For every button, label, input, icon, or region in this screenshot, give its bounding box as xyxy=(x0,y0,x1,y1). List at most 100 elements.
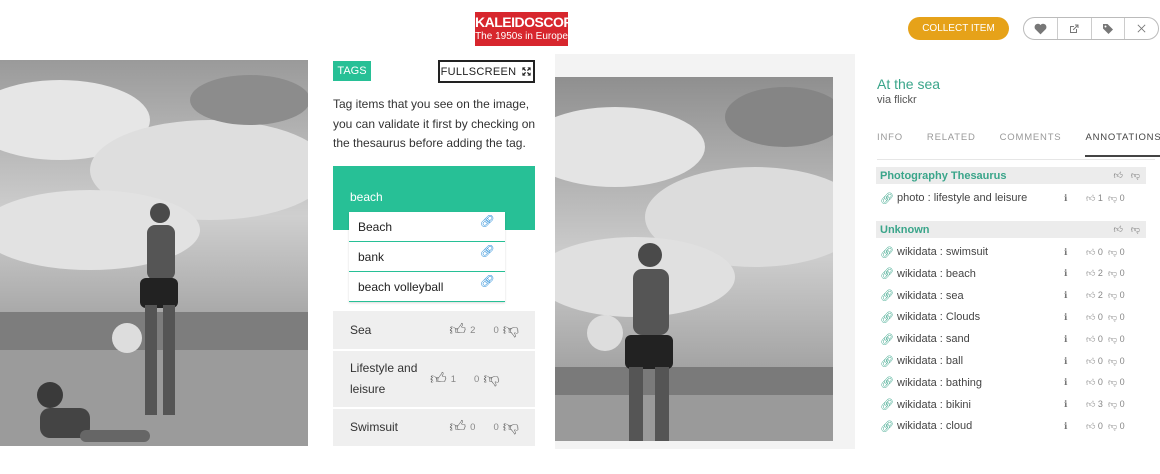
annotation-label[interactable]: wikidata : sand xyxy=(897,333,1064,345)
link-icon[interactable]: 🔗︎ xyxy=(880,311,897,324)
info-icon[interactable]: ℹ︎ xyxy=(1064,290,1086,301)
info-icon[interactable]: ℹ︎ xyxy=(1064,193,1086,204)
link-icon[interactable]: 🔗︎ xyxy=(880,398,897,411)
thumbs-up-icon[interactable]: 👍︎ xyxy=(1113,224,1122,235)
downvote: 👎︎ 0 xyxy=(1108,377,1130,388)
link-icon[interactable]: 🔗︎ xyxy=(880,420,897,433)
annotation-label[interactable]: wikidata : beach xyxy=(897,268,1064,280)
thumbs-down-icon[interactable]: 👎︎ xyxy=(483,370,499,389)
link-icon[interactable]: 🔗︎ xyxy=(880,376,897,389)
downvote-count: 0 xyxy=(1119,399,1125,410)
thumbs-down-icon[interactable]: 👎︎ xyxy=(1108,290,1117,300)
thumbs-up-icon[interactable]: 👍︎ xyxy=(1086,247,1095,257)
suggestion-label: beach volleyball xyxy=(358,279,444,294)
suggestion-item[interactable]: beach volleyball 🔗︎ xyxy=(349,272,505,302)
thumbs-up-icon[interactable]: 👍︎ xyxy=(1086,356,1095,366)
annotation-label[interactable]: wikidata : ball xyxy=(897,355,1064,367)
annotation-label[interactable]: photo : lifestyle and leisure xyxy=(897,192,1064,204)
thumbs-up-icon[interactable]: 👍︎ xyxy=(1086,399,1095,409)
info-icon[interactable]: ℹ︎ xyxy=(1064,421,1086,432)
thumbs-down-icon[interactable]: 👎︎ xyxy=(1131,224,1140,235)
annotation-label[interactable]: wikidata : sea xyxy=(897,290,1064,302)
info-icon[interactable]: ℹ︎ xyxy=(1064,268,1086,279)
downvote: 👎︎ 0 xyxy=(1108,193,1130,204)
fullscreen-button[interactable]: FULLSCREEN xyxy=(438,60,535,83)
photo-preview[interactable] xyxy=(555,77,833,441)
tab-related[interactable]: RELATED xyxy=(927,132,976,157)
tab-info[interactable]: INFO xyxy=(877,132,903,157)
open-external-button[interactable] xyxy=(1058,18,1092,39)
thumbs-up-icon[interactable]: 👍︎ xyxy=(449,321,466,340)
tab-comments[interactable]: COMMENTS xyxy=(1000,132,1062,157)
info-icon[interactable]: ℹ︎ xyxy=(1064,377,1086,388)
downvote-count: 0 xyxy=(493,422,499,433)
tag-label: Lifestyle and leisure xyxy=(350,361,418,396)
thumbs-up-icon[interactable]: 👍︎ xyxy=(1086,421,1095,431)
upvote-count: 0 xyxy=(1097,333,1103,344)
info-icon[interactable]: ℹ︎ xyxy=(1064,247,1086,258)
favorite-button[interactable] xyxy=(1024,18,1058,39)
tag-input-value[interactable]: beach xyxy=(350,190,383,204)
tag-button[interactable] xyxy=(1092,18,1126,39)
kaleidoscope-logo[interactable]: KALEIDOSCOPE The 1950s in Europe xyxy=(475,12,582,46)
link-icon[interactable]: 🔗︎ xyxy=(480,214,495,228)
photo-main[interactable] xyxy=(0,60,308,446)
collect-item-button[interactable]: COLLECT ITEM xyxy=(908,17,1009,40)
thumbs-up-icon[interactable]: 👍︎ xyxy=(449,418,466,437)
tab-annotations[interactable]: ANNOTATIONS xyxy=(1085,132,1160,157)
link-icon[interactable]: 🔗︎ xyxy=(880,289,897,302)
link-icon[interactable]: 🔗︎ xyxy=(880,355,897,368)
thumbs-down-icon[interactable]: 👎︎ xyxy=(1131,170,1140,181)
thumbs-up-icon[interactable]: 👍︎ xyxy=(1113,170,1122,181)
annotation-label[interactable]: wikidata : bathing xyxy=(897,377,1064,389)
thumbs-up-icon[interactable]: 👍︎ xyxy=(1086,290,1095,300)
thumbs-down-icon[interactable]: 👎︎ xyxy=(1108,356,1117,366)
link-icon[interactable]: 🔗︎ xyxy=(880,246,897,259)
annotation-label[interactable]: wikidata : bikini xyxy=(897,399,1064,411)
thumbs-down-icon[interactable]: 👎︎ xyxy=(1108,377,1117,387)
link-icon[interactable]: 🔗︎ xyxy=(480,274,495,288)
thumbs-down-icon[interactable]: 👎︎ xyxy=(1108,421,1117,431)
thumbs-up-icon[interactable]: 👍︎ xyxy=(430,370,447,389)
downvote-count: 0 xyxy=(1119,377,1125,388)
info-icon[interactable]: ℹ︎ xyxy=(1064,399,1086,410)
thumbs-down-icon[interactable]: 👎︎ xyxy=(1108,334,1117,344)
upvote-count: 1 xyxy=(450,373,457,385)
thumbs-down-icon[interactable]: 👎︎ xyxy=(1108,193,1117,203)
annotation-label[interactable]: wikidata : Clouds xyxy=(897,311,1064,323)
link-icon[interactable]: 🔗︎ xyxy=(480,244,495,258)
thumbs-down-icon[interactable]: 👎︎ xyxy=(1108,312,1117,322)
upvote: 👍︎ 2 xyxy=(1086,268,1108,279)
thumbs-down-icon[interactable]: 👎︎ xyxy=(503,418,519,437)
info-icon[interactable]: ℹ︎ xyxy=(1064,356,1086,367)
upvote: 👍︎ 1 xyxy=(1086,193,1108,204)
suggestion-item[interactable]: bank 🔗︎ xyxy=(349,242,505,272)
item-title[interactable]: At the sea xyxy=(877,76,940,92)
link-icon[interactable]: 🔗︎ xyxy=(880,267,897,280)
link-icon[interactable]: 🔗︎ xyxy=(880,192,897,205)
thumbs-up-icon[interactable]: 👍︎ xyxy=(1086,312,1095,322)
thumbs-down-icon[interactable]: 👎︎ xyxy=(1108,247,1117,257)
thumbs-down-icon[interactable]: 👎︎ xyxy=(1108,399,1117,409)
info-icon[interactable]: ℹ︎ xyxy=(1064,334,1086,345)
info-icon[interactable]: ℹ︎ xyxy=(1064,312,1086,323)
suggestion-item[interactable]: Beach 🔗︎ xyxy=(349,212,505,242)
upvote: 👍︎ 0 xyxy=(1086,377,1108,388)
tabs-divider xyxy=(877,159,1155,160)
thumbs-down-icon[interactable]: 👎︎ xyxy=(1108,268,1117,278)
upvote: 👍︎ 0 xyxy=(1086,356,1108,367)
thumbs-up-icon[interactable]: 👍︎ xyxy=(1086,193,1095,203)
annotation-label[interactable]: wikidata : cloud xyxy=(897,420,1064,432)
thumbs-down-icon[interactable]: 👎︎ xyxy=(503,321,519,340)
upvote-count: 0 xyxy=(1097,311,1103,322)
tags-tab[interactable]: TAGS xyxy=(333,61,371,81)
annotation-label[interactable]: wikidata : swimsuit xyxy=(897,246,1064,258)
thumbs-up-icon[interactable]: 👍︎ xyxy=(1086,268,1095,278)
close-button[interactable] xyxy=(1125,18,1158,39)
downvote-count: 0 xyxy=(1119,246,1125,257)
downvote: 👎︎ 0 xyxy=(1108,247,1130,258)
link-icon[interactable]: 🔗︎ xyxy=(880,333,897,346)
thumbs-up-icon[interactable]: 👍︎ xyxy=(1086,334,1095,344)
thumbs-up-icon[interactable]: 👍︎ xyxy=(1086,377,1095,387)
downvote: 👎︎ 0 xyxy=(1108,356,1130,367)
